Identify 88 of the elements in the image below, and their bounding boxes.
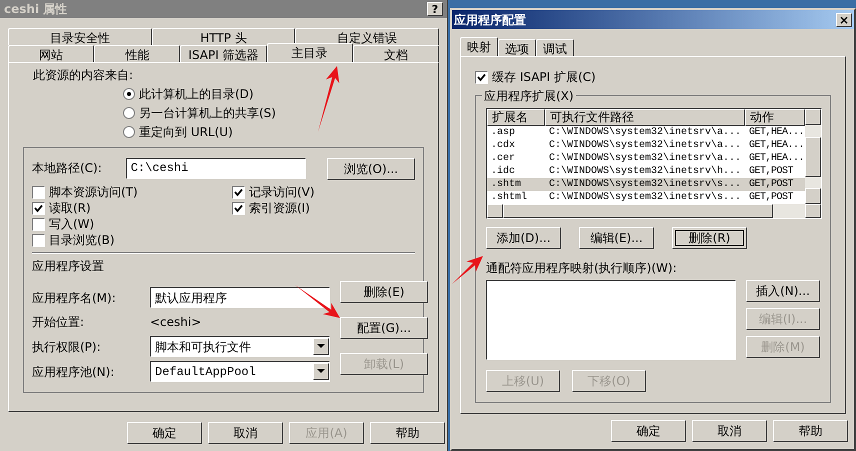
tab[interactable]: 自定义错误 — [295, 28, 440, 45]
checkbox[interactable] — [32, 218, 45, 230]
tab[interactable]: 性能 — [94, 45, 180, 62]
list-cell-text: C:\WINDOWS\system32\inetsrv\s... — [548, 178, 742, 192]
list-cell-text: C:\WINDOWS\system32\inetsrv\h... — [548, 164, 742, 178]
field-label: 开始位置: — [32, 314, 86, 331]
group-title: 应用程序扩展(X) — [482, 87, 576, 105]
dialog-button[interactable]: 删除(R) — [672, 227, 747, 249]
vertical-scrollbar[interactable] — [805, 109, 821, 204]
dialog-button[interactable]: 删除(E) — [340, 281, 428, 303]
text-field[interactable]: 默认应用程序 — [150, 287, 330, 308]
column-header[interactable]: 扩展名 — [487, 109, 545, 126]
list-cell-text: GET,POST — [748, 178, 794, 192]
dialog-button[interactable]: 添加(D)... — [486, 227, 561, 249]
dialog-button[interactable]: 帮助 — [773, 420, 848, 442]
list-cell-text: .shtm — [490, 178, 522, 192]
tab[interactable]: ISAPI 筛选器 — [180, 45, 267, 62]
checkbox-label: 记录访问(V) — [249, 184, 315, 201]
radio-button[interactable] — [123, 106, 135, 118]
tab[interactable]: 选项 — [498, 39, 536, 56]
section-label: 此资源的内容来自: — [32, 67, 134, 84]
help-button[interactable]: ? — [427, 2, 443, 16]
text-field[interactable]: C:\ceshi — [126, 158, 306, 178]
radio-label: 此计算机上的目录(D) — [139, 86, 254, 102]
checkbox[interactable] — [32, 234, 45, 246]
list-cell-text: .idc — [490, 164, 516, 178]
list-row[interactable]: .shtm C:\WINDOWS\system32\inetsrv\s... GET,POST — [487, 178, 805, 191]
list-cell-text: .shtml — [490, 190, 528, 205]
list-cell-text: C:\WINDOWS\system32\inetsrv\a... — [548, 152, 742, 166]
dialog-button[interactable]: 确定 — [127, 422, 202, 444]
dialog-button[interactable]: 编辑(E)... — [579, 227, 654, 249]
field-label: 执行权限(P): — [32, 338, 102, 356]
list-cell-text: C:\WINDOWS\system32\inetsrv\a... — [548, 126, 742, 140]
radio-button[interactable] — [123, 126, 135, 138]
radio-label: 另一台计算机上的共享(S) — [139, 104, 276, 122]
list-cell-text: C:\WINDOWS\system32\inetsrv\a... — [548, 138, 742, 152]
close-button[interactable]: × — [836, 12, 852, 26]
column-header[interactable]: 动作 — [745, 109, 805, 126]
checkbox[interactable] — [32, 186, 45, 198]
checkbox[interactable] — [232, 202, 245, 214]
dropdown-field[interactable]: DefaultAppPool — [150, 361, 330, 382]
tab[interactable]: 网站 — [8, 45, 94, 62]
list-cell-text: .cdx — [490, 138, 516, 153]
dialog-button[interactable]: 取消 — [208, 422, 283, 444]
radio-label: 重定向到 URL(U) — [139, 124, 233, 140]
column-header[interactable]: 可执行文件路径 — [545, 109, 745, 126]
field-label: 应用程序池(N): — [32, 364, 116, 380]
checkbox-label: 脚本资源访问(T) — [49, 184, 138, 201]
browse-button[interactable]: 浏览(O)... — [327, 158, 415, 180]
checkbox[interactable] — [32, 202, 45, 214]
list-cell-text: GET,POST — [748, 191, 794, 205]
tab[interactable]: 主目录 — [266, 43, 353, 62]
window-title: ceshi 属性 — [4, 1, 68, 18]
dialog-button[interactable]: 插入(N)... — [746, 280, 820, 302]
checkbox-label: 目录浏览(B) — [49, 232, 115, 249]
dialog-button[interactable]: 取消 — [692, 420, 767, 442]
checkbox-label: 读取(R) — [49, 200, 91, 217]
checkmark-icon — [477, 72, 486, 82]
checkbox[interactable] — [475, 70, 488, 84]
list-cell-text: GET,HEA... — [748, 126, 805, 140]
field-label: 应用程序名(M): — [32, 290, 117, 306]
checkbox-label: 索引资源(I) — [249, 200, 310, 217]
horizontal-scrollbar[interactable] — [487, 204, 821, 218]
dialog-button[interactable]: 帮助 — [370, 422, 445, 444]
dialog-button[interactable]: 确定 — [611, 420, 686, 442]
list-cell-text: GET,HEA... — [748, 152, 805, 166]
list-cell-text: GET,HEA... — [748, 139, 805, 153]
section-title: 应用程序设置 — [32, 258, 105, 275]
tab[interactable]: 映射 — [460, 37, 498, 56]
list-cell-text: GET,POST — [748, 165, 794, 179]
start-location: <ceshi> — [150, 314, 202, 331]
radio-button[interactable] — [123, 88, 135, 100]
section-label: 通配符应用程序映射(执行顺序)(W): — [486, 260, 678, 277]
tab[interactable]: 目录安全性 — [8, 28, 152, 45]
dropdown-field[interactable]: 脚本和可执行文件 — [150, 336, 330, 357]
checkbox-label: 缓存 ISAPI 扩展(C) — [492, 69, 596, 86]
tab[interactable]: HTTP 头 — [152, 28, 296, 45]
field-label: 本地路径(C): — [32, 160, 103, 177]
checkbox-label: 写入(W) — [49, 216, 94, 233]
window-title: 应用程序配置 — [454, 12, 526, 28]
tab[interactable]: 文档 — [352, 45, 440, 62]
list-cell-text: .asp — [490, 126, 516, 140]
list-cell-text: .cer — [490, 152, 516, 166]
checkbox[interactable] — [232, 186, 245, 198]
dialog-button[interactable]: 配置(G)... — [340, 317, 428, 339]
tab[interactable]: 调试 — [536, 39, 574, 56]
list-cell-text: C:\WINDOWS\system32\inetsrv\s... — [548, 190, 742, 205]
checkmark-icon — [34, 204, 43, 212]
